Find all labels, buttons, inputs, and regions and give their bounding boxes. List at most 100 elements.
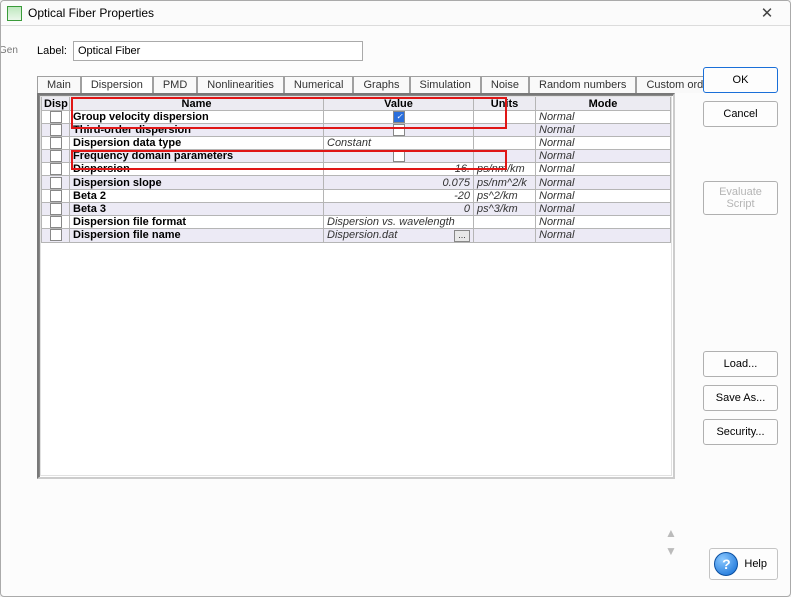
param-units: [474, 124, 536, 137]
disp-checkbox[interactable]: [50, 124, 62, 136]
window-title: Optical Fiber Properties: [28, 6, 750, 20]
disp-checkbox[interactable]: [50, 177, 62, 189]
value-checkbox[interactable]: [393, 111, 405, 123]
label-input[interactable]: [73, 41, 363, 61]
parameter-table-frame: Disp Name Value Units Mode Group velocit…: [37, 93, 675, 479]
help-button[interactable]: ? Help: [709, 548, 778, 580]
help-label: Help: [744, 558, 767, 570]
value-checkbox[interactable]: [393, 124, 405, 136]
disp-checkbox[interactable]: [50, 229, 62, 241]
parameter-table-scroll[interactable]: Disp Name Value Units Mode Group velocit…: [41, 97, 671, 475]
save-as-button[interactable]: Save As...: [703, 385, 778, 411]
label-caption: Label:: [37, 45, 67, 57]
param-mode[interactable]: Normal: [536, 137, 671, 150]
param-name: Beta 3: [70, 202, 324, 215]
tab-main[interactable]: Main: [37, 76, 81, 93]
param-units: ps/nm/km: [474, 163, 536, 176]
col-units[interactable]: Units: [474, 97, 536, 111]
param-mode[interactable]: Normal: [536, 163, 671, 176]
disp-checkbox[interactable]: [50, 150, 62, 162]
disp-checkbox[interactable]: [50, 203, 62, 215]
col-value[interactable]: Value: [324, 97, 474, 111]
disp-checkbox[interactable]: [50, 137, 62, 149]
table-row[interactable]: Third-order dispersion Normal: [42, 124, 671, 137]
tab-random-numbers[interactable]: Random numbers: [529, 76, 636, 93]
table-row[interactable]: Frequency domain parameters Normal: [42, 150, 671, 163]
load-button[interactable]: Load...: [703, 351, 778, 377]
disp-checkbox[interactable]: [50, 190, 62, 202]
tab-noise[interactable]: Noise: [481, 76, 529, 93]
param-mode[interactable]: Normal: [536, 215, 671, 228]
param-value[interactable]: 0: [324, 202, 474, 215]
scroll-up-icon[interactable]: ▲: [665, 526, 677, 540]
table-row[interactable]: Dispersion data type Constant Normal: [42, 137, 671, 150]
help-icon: ?: [714, 552, 738, 576]
disp-checkbox[interactable]: [50, 163, 62, 175]
col-disp[interactable]: Disp: [42, 97, 70, 111]
param-units: [474, 137, 536, 150]
param-mode[interactable]: Normal: [536, 202, 671, 215]
param-value[interactable]: [324, 111, 474, 124]
disp-checkbox[interactable]: [50, 111, 62, 123]
param-mode[interactable]: Normal: [536, 124, 671, 137]
tab-simulation[interactable]: Simulation: [410, 76, 481, 93]
app-icon: [7, 6, 22, 21]
content-area: Label: Main Dispersion PMD Nonlinearitie…: [21, 35, 741, 590]
param-mode[interactable]: Normal: [536, 189, 671, 202]
evaluate-script-button[interactable]: Evaluate Script: [703, 181, 778, 215]
param-units: [474, 215, 536, 228]
param-units: ps^2/km: [474, 189, 536, 202]
param-mode[interactable]: Normal: [536, 228, 671, 242]
param-name: Dispersion: [70, 163, 324, 176]
col-name[interactable]: Name: [70, 97, 324, 111]
table-row[interactable]: Beta 3 0 ps^3/km Normal: [42, 202, 671, 215]
col-mode[interactable]: Mode: [536, 97, 671, 111]
param-name: Group velocity dispersion: [70, 111, 324, 124]
label-row: Label:: [37, 41, 741, 61]
evaluate-script-label: Evaluate Script: [704, 186, 777, 210]
file-name-text: Dispersion.dat: [327, 229, 397, 241]
cancel-button[interactable]: Cancel: [703, 101, 778, 127]
tab-numerical[interactable]: Numerical: [284, 76, 354, 93]
param-value[interactable]: -20: [324, 189, 474, 202]
tab-dispersion[interactable]: Dispersion: [81, 76, 153, 94]
param-units: ps/nm^2/k: [474, 176, 536, 189]
disp-checkbox[interactable]: [50, 216, 62, 228]
close-button[interactable]: ✕: [750, 2, 784, 24]
browse-button[interactable]: ...: [454, 230, 470, 242]
param-mode[interactable]: Normal: [536, 176, 671, 189]
param-name: Dispersion slope: [70, 176, 324, 189]
table-row[interactable]: Dispersion file name Dispersion.dat ... …: [42, 228, 671, 242]
ok-button[interactable]: OK: [703, 67, 778, 93]
param-value[interactable]: 16.: [324, 163, 474, 176]
param-value[interactable]: Constant: [324, 137, 474, 150]
security-button[interactable]: Security...: [703, 419, 778, 445]
scroll-down-icon[interactable]: ▼: [665, 544, 677, 558]
tab-graphs[interactable]: Graphs: [353, 76, 409, 93]
param-value[interactable]: 0.075: [324, 176, 474, 189]
param-name: Frequency domain parameters: [70, 150, 324, 163]
tab-pmd[interactable]: PMD: [153, 76, 197, 93]
param-value[interactable]: [324, 124, 474, 137]
table-row[interactable]: Group velocity dispersion Normal: [42, 111, 671, 124]
dialog-window: Optical Fiber Properties ✕ Gen Label: Ma…: [0, 0, 791, 597]
param-value[interactable]: [324, 150, 474, 163]
parameter-table: Disp Name Value Units Mode Group velocit…: [41, 97, 671, 243]
param-name: Dispersion file format: [70, 215, 324, 228]
param-mode[interactable]: Normal: [536, 111, 671, 124]
title-bar: Optical Fiber Properties ✕: [1, 1, 790, 26]
table-row[interactable]: Dispersion slope 0.075 ps/nm^2/k Normal: [42, 176, 671, 189]
tab-strip: Main Dispersion PMD Nonlinearities Numer…: [37, 75, 741, 93]
param-mode[interactable]: Normal: [536, 150, 671, 163]
tab-nonlinearities[interactable]: Nonlinearities: [197, 76, 284, 93]
param-value[interactable]: Dispersion vs. wavelength: [324, 215, 474, 228]
table-header-row: Disp Name Value Units Mode: [42, 97, 671, 111]
param-units: ps^3/km: [474, 202, 536, 215]
table-row[interactable]: Dispersion file format Dispersion vs. wa…: [42, 215, 671, 228]
param-name: Beta 2: [70, 189, 324, 202]
table-row[interactable]: Dispersion 16. ps/nm/km Normal: [42, 163, 671, 176]
table-row[interactable]: Beta 2 -20 ps^2/km Normal: [42, 189, 671, 202]
value-checkbox[interactable]: [393, 150, 405, 162]
param-name: Dispersion data type: [70, 137, 324, 150]
param-value[interactable]: Dispersion.dat ...: [324, 228, 474, 242]
